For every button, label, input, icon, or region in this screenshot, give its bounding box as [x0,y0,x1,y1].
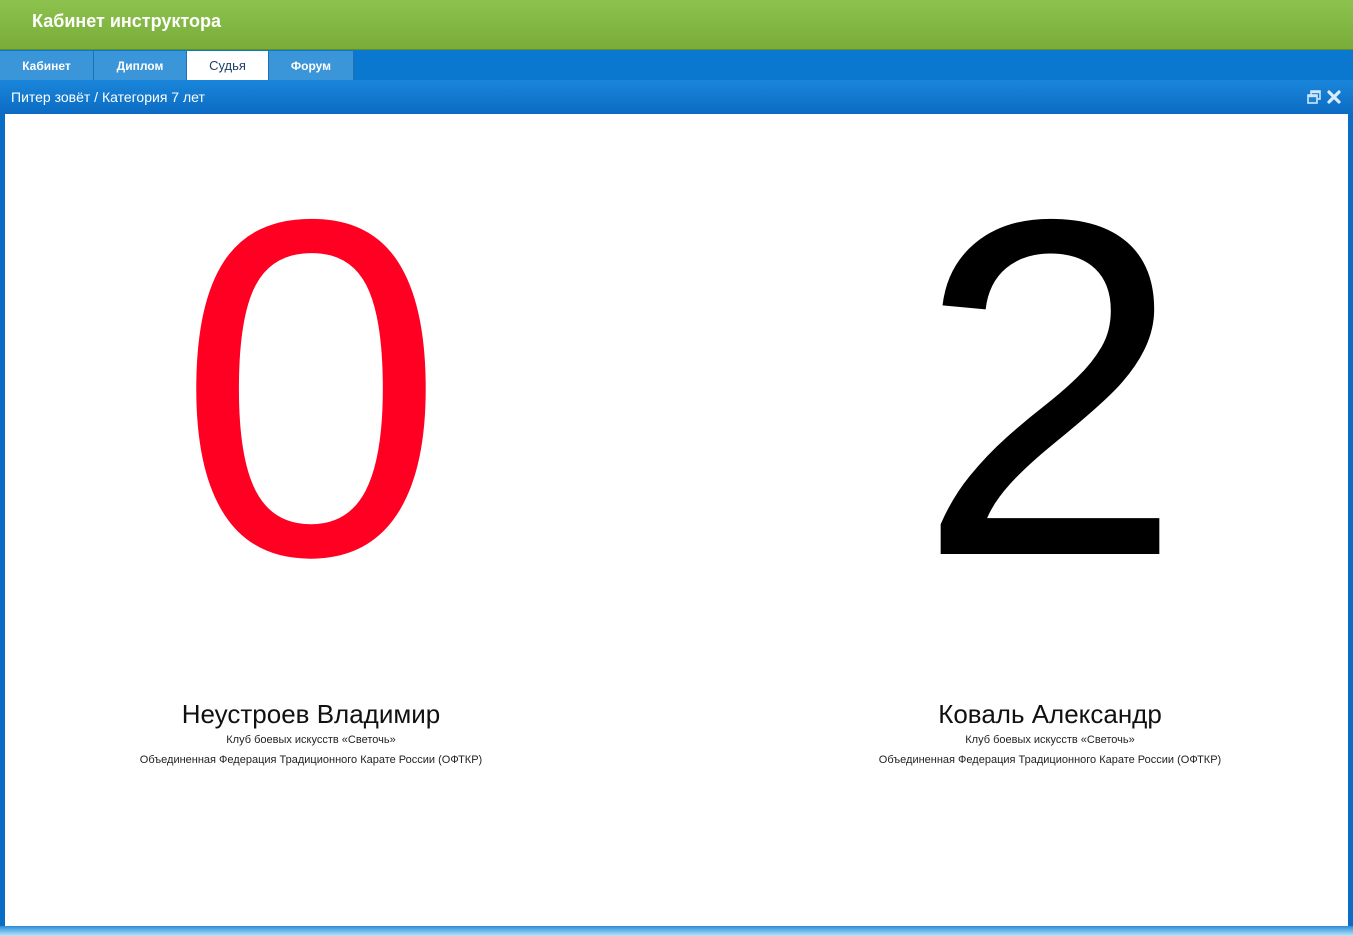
competitor-name: Коваль Александр [938,699,1162,729]
competitor-right: 2 Коваль Александр Клуб боевых искусств … [750,148,1350,770]
panel-header: Питер зовёт / Категория 7 лет [0,80,1353,114]
competitor-federation: Объединенная Федерация Традиционного Кар… [878,754,1222,766]
competitor-club: Клуб боевых искусств «Светочь» [965,734,1135,746]
tab-bar: Кабинет Диплом Судья Форум [0,50,1353,80]
competitor-federation: Объединенная Федерация Традиционного Кар… [139,754,483,766]
app-window: Кабинет инструктора Кабинет Диплом Судья… [0,0,1353,936]
competitor-name: Неустроев Владимир [181,699,441,729]
app-title: Кабинет инструктора [32,11,221,31]
scoreboard: 0 Неустроев Владимир Клуб боевых искусст… [5,114,1348,926]
tab-diploma[interactable]: Диплом [94,51,187,80]
window-restore-icon[interactable] [1306,89,1322,105]
panel-title: Питер зовёт / Категория 7 лет [11,89,205,105]
score-right: 2 [916,119,1184,656]
top-header: Кабинет инструктора [0,0,1353,50]
close-icon[interactable] [1326,89,1342,105]
tab-judge[interactable]: Судья [187,51,269,80]
judge-panel: Питер зовёт / Категория 7 лет 0 Неустрое… [0,80,1353,936]
competitor-left: 0 Неустроев Владимир Клуб боевых искусст… [11,148,611,770]
competitor-club: Клуб боевых искусств «Светочь» [226,734,396,746]
tab-cabinet[interactable]: Кабинет [0,51,94,80]
score-left: 0 [177,119,445,656]
tab-forum[interactable]: Форум [269,51,354,80]
bottom-edge [0,926,1353,936]
